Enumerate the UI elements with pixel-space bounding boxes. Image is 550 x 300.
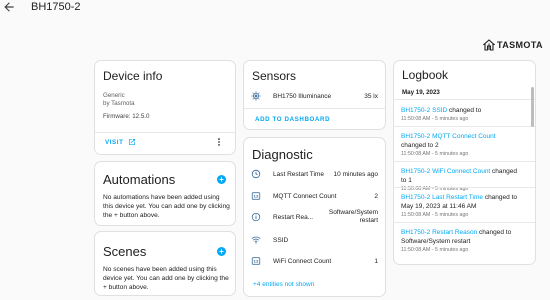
svg-text:12: 12 [253,260,259,264]
counter-icon: 12 [251,192,261,200]
logbook-entity-link[interactable]: BH1750-2 SSID [401,107,447,114]
device-firmware: Firmware: 12.5.0 [103,113,150,120]
sensors-title: Sensors [252,69,297,83]
svg-text:12: 12 [253,195,259,199]
page-title: BH1750-2 [31,1,81,13]
diagnostic-row[interactable]: 12 WiFi Connect Count 1 [251,256,378,266]
device-manufacturer: by Tasmota [103,100,135,107]
logbook-entry-time: 11:50:08 AM - 5 minutes ago [401,116,469,122]
open-in-new-icon [129,139,136,145]
divider [394,187,535,188]
divider [394,222,535,223]
more-options-icon[interactable] [214,137,224,147]
diagnostic-value: 2 [374,192,378,200]
add-automation-icon[interactable]: + [217,175,226,184]
logbook-entity-link[interactable]: BH1750-2 MQTT Connect Count [401,133,496,140]
logbook-date: May 19, 2023 [402,89,440,96]
device-info-title: Device info [103,69,163,83]
visit-label: VISIT [105,138,124,146]
logbook-entry: BH1750-2 SSID changed to 11:50:08 AM - 5… [401,106,521,123]
diagnostic-label: SSID [273,236,289,244]
divider [394,126,535,127]
tasmota-house-icon [483,39,495,51]
logbook-entity-link[interactable]: BH1750-2 Restart Reason [401,229,477,236]
logbook-entry: BH1750-2 Restart Reason changed to Softw… [401,228,521,254]
logbook-title: Logbook [402,68,449,82]
sensor-label: BH1750 Illuminance [273,92,332,100]
automations-card: Automations + No automations have been a… [94,161,236,226]
info-icon [251,212,261,222]
brightness-icon [251,91,261,101]
clock-icon [251,169,261,179]
diagnostic-row[interactable]: 12 MQTT Connect Count 2 [251,191,378,201]
sensor-row[interactable]: BH1750 Illuminance 35 lx [251,91,378,101]
device-info-card: Device info Generic by Tasmota Firmware:… [94,60,236,155]
scenes-empty-text: No scenes have been added using this dev… [103,266,229,291]
divider [95,132,235,133]
diagnostic-card: Diagnostic Last Restart Time 10 minutes … [243,137,386,297]
show-more-entities-link[interactable]: +4 entities not shown [253,281,314,288]
diagnostic-label: WiFi Connect Count [273,257,332,265]
logbook-entry-text: changed to [447,107,482,114]
logbook-card: Logbook May 19, 2023 BH1750-2 SSID chang… [393,60,536,265]
diagnostic-row[interactable]: Restart Rea... Software/System restart [251,209,378,225]
back-arrow-icon[interactable] [2,0,16,14]
divider [244,108,385,109]
diagnostic-label: Restart Rea... [273,213,314,221]
logbook-entry-time: 11:50:08 AM - 5 minutes ago [401,151,469,157]
diagnostic-label: MQTT Connect Count [273,192,337,200]
diagnostic-value: 10 minutes ago [333,170,378,178]
logbook-entry-text: changed to 2 [401,142,439,149]
add-to-dashboard-button[interactable]: ADD TO DASHBOARD [255,116,330,123]
logbook-scrollbar[interactable] [531,87,534,127]
sensors-card: Sensors BH1750 Illuminance 35 lx ADD TO … [243,60,386,130]
automations-empty-text: No automations have been added using thi… [103,194,230,219]
logbook-entry-time: 11:50:08 AM - 5 minutes ago [401,212,469,218]
logbook-entry: BH1750-2 Last Restart Time changed to Ma… [401,193,521,219]
counter-icon: 12 [251,257,261,265]
logbook-entity-link[interactable]: BH1750-2 Last Restart Time [401,194,483,201]
divider [394,99,535,100]
wifi-icon [251,236,261,244]
add-scene-icon[interactable]: + [217,247,226,256]
top-bar: BH1750-2 [0,0,550,19]
diagnostic-title: Diagnostic [252,147,313,162]
automations-title: Automations [103,172,176,187]
diagnostic-label: Last Restart Time [273,170,324,178]
divider [394,161,535,162]
brand-name: TASMOTA [497,40,543,50]
diagnostic-row[interactable]: Last Restart Time 10 minutes ago [251,169,378,179]
diagnostic-row[interactable]: SSID [251,235,378,245]
scenes-title: Scenes [103,244,147,259]
scenes-card: Scenes + No scenes have been added using… [94,231,236,296]
sensor-value: 35 lx [364,92,378,100]
brand-logo: TASMOTA [483,38,543,52]
logbook-entry: BH1750-2 WiFi Connect Count changed to 1… [401,167,521,193]
logbook-entry-time: 11:50:08 AM - 5 minutes ago [401,247,469,253]
diagnostic-value: Software/System restart [328,209,378,224]
logbook-entity-link[interactable]: BH1750-2 WiFi Connect Count [401,168,490,175]
diagnostic-value: 1 [374,257,378,265]
logbook-entry: BH1750-2 MQTT Connect Count changed to 2… [401,132,521,158]
visit-button[interactable]: VISIT [105,138,136,146]
